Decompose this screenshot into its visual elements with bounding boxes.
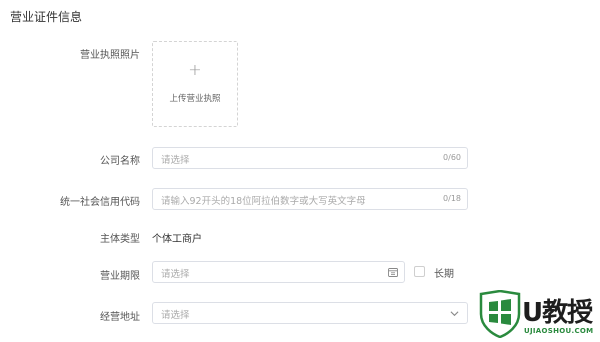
credit-code-placeholder: 请输入92开头的18位阿拉伯数字或大写英文字母	[161, 196, 366, 207]
credit-code-input[interactable]: 请输入92开头的18位阿拉伯数字或大写英文字母 0/18	[152, 188, 468, 210]
business-address-select[interactable]: 请选择	[152, 302, 468, 324]
company-name-counter: 0/60	[443, 153, 461, 162]
license-photo-label: 营业执照照片	[80, 50, 140, 61]
entity-type-value: 个体工商户	[152, 234, 202, 245]
license-upload-box[interactable]: + 上传营业执照	[152, 41, 238, 127]
long-term-label: 长期	[434, 269, 454, 280]
section-title: 营业证件信息	[10, 10, 83, 24]
business-period-picker[interactable]: 请选择	[152, 261, 405, 283]
company-name-label: 公司名称	[100, 156, 140, 167]
business-period-label: 营业期限	[100, 271, 140, 282]
company-name-placeholder: 请选择	[161, 155, 190, 166]
credit-code-counter: 0/18	[443, 194, 461, 203]
calendar-icon	[388, 268, 398, 277]
watermark-url: UJIAOSHOU.COM	[524, 327, 594, 335]
company-name-input[interactable]: 请选择 0/60	[152, 147, 468, 169]
chevron-down-icon	[450, 311, 459, 317]
windows-shield-logo	[479, 290, 521, 338]
watermark-brand: U教授	[522, 298, 593, 328]
business-address-placeholder: 请选择	[161, 310, 190, 321]
upload-license-text: 上传营业执照	[169, 94, 221, 104]
plus-icon: +	[188, 60, 202, 79]
credit-code-label: 统一社会信用代码	[60, 197, 140, 208]
entity-type-label: 主体类型	[100, 234, 140, 245]
business-period-placeholder: 请选择	[161, 269, 190, 280]
business-address-label: 经营地址	[100, 312, 140, 323]
long-term-checkbox[interactable]	[414, 266, 425, 277]
